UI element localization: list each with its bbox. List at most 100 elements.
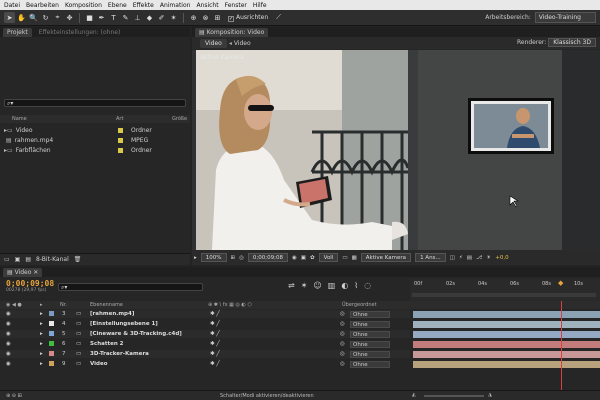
rectangle-tool-icon[interactable]: ■ <box>84 12 95 23</box>
parent-select[interactable]: Ohne <box>350 340 390 349</box>
label-color-swatch[interactable] <box>49 321 54 326</box>
column-number[interactable]: Nr. <box>60 301 67 309</box>
parent-select[interactable]: Ohne <box>350 360 390 369</box>
layer-name[interactable]: Video <box>90 360 108 368</box>
transparency-grid-icon[interactable]: ▦ <box>352 255 357 261</box>
label-color-swatch[interactable] <box>118 148 123 153</box>
parent-select[interactable]: Ohne <box>350 350 390 359</box>
view-layout-select[interactable]: 1 Ans... <box>415 253 446 262</box>
grid-icon[interactable]: ⊞ <box>231 255 236 261</box>
parent-pickwhip-icon[interactable]: ◎ <box>340 350 345 358</box>
pan-behind-tool-icon[interactable]: ✥ <box>64 12 75 23</box>
parent-select[interactable]: Ohne <box>350 330 390 339</box>
column-layer-name[interactable]: Ebenenname <box>90 301 123 309</box>
eraser-tool-icon[interactable]: ◆ <box>144 12 155 23</box>
layer-switches-icons[interactable]: ✱ ╱ <box>210 320 220 328</box>
layer-switches-icons[interactable]: ✱ ╱ <box>210 350 220 358</box>
align-checkbox[interactable]: ✓ Ausrichten <box>228 14 268 22</box>
label-color-swatch[interactable] <box>49 331 54 336</box>
table-row[interactable]: ◉ ▸ 4 ▭ [Einstellungsebene 1] ✱ ╱ ◎ Ohne <box>0 320 410 328</box>
parent-pickwhip-icon[interactable]: ◎ <box>340 330 345 338</box>
tab-composition[interactable]: ▤ Komposition: Video <box>195 27 269 37</box>
menu-item[interactable]: Bearbeiten <box>26 2 59 9</box>
table-row[interactable]: ◉ ▸ 7 ▭ 3D-Tracker-Kamera ✱ ╱ ◎ Ohne <box>0 350 410 358</box>
label-color-swatch[interactable] <box>49 341 54 346</box>
region-of-interest-icon[interactable]: ▭ <box>342 255 347 261</box>
selection-tool-icon[interactable]: ➤ <box>4 12 15 23</box>
composition-viewer[interactable]: Aktive Kamera <box>192 50 600 250</box>
switches-header-icons[interactable]: ⊕ ✱ \ fx ▦ ◎ ◐ ⬡ <box>208 301 252 309</box>
eye-icon[interactable]: ◉ <box>6 310 11 318</box>
layer-duration-bar[interactable] <box>413 320 600 328</box>
expand-arrow-icon[interactable]: ▸ <box>40 320 43 328</box>
parent-pickwhip-icon[interactable]: ◎ <box>340 340 345 348</box>
playhead-handle-icon[interactable]: ◆ <box>558 279 563 287</box>
expand-arrow-icon[interactable]: ▸ <box>40 340 43 348</box>
roto-brush-tool-icon[interactable]: ✐ <box>156 12 167 23</box>
timeline-timecode[interactable]: 0;00;09;08 <box>6 279 54 288</box>
layer-name[interactable]: [Einstellungsebene 1] <box>90 320 158 328</box>
column-parent[interactable]: Übergeordnet <box>342 301 377 309</box>
list-item[interactable]: ▤ rahmen.mp4 MPEG <box>0 135 190 145</box>
label-color-swatch[interactable] <box>49 351 54 356</box>
parent-select[interactable]: Ohne <box>350 310 390 319</box>
bit-depth-button[interactable]: 8-Bit-Kanal <box>36 256 69 263</box>
show-snapshot-icon[interactable]: ▣ <box>301 255 306 261</box>
interpret-footage-icon[interactable]: ▭ <box>4 256 10 263</box>
motion-blur-icon[interactable]: ◐ <box>341 281 348 290</box>
new-composition-icon[interactable]: ▤ <box>25 256 31 263</box>
camera-view-select[interactable]: Aktive Kamera <box>360 253 412 262</box>
layer-switches-icons[interactable]: ✱ ╱ <box>210 360 220 368</box>
composition-mini-flowchart-icon[interactable]: ⇌ <box>288 281 295 290</box>
menu-item[interactable]: Komposition <box>65 2 102 9</box>
draft-3d-icon[interactable]: ✶ <box>301 281 308 290</box>
expand-arrow-icon[interactable]: ▸ <box>40 330 43 338</box>
eye-icon[interactable]: ◉ <box>6 330 11 338</box>
new-folder-icon[interactable]: ▣ <box>15 256 21 263</box>
rotate-tool-icon[interactable]: ↻ <box>40 12 51 23</box>
parent-select[interactable]: Ohne <box>350 320 390 329</box>
list-item[interactable]: ▸▭ Video Ordner <box>0 125 190 135</box>
mask-visibility-icon[interactable]: ◎ <box>239 255 244 261</box>
expand-arrow-icon[interactable]: ▸ <box>40 350 43 358</box>
expand-arrow-icon[interactable]: ▸ <box>40 360 43 368</box>
column-size[interactable]: Größe <box>172 116 187 122</box>
channel-icon[interactable]: ✿ <box>310 255 315 261</box>
list-item[interactable]: ▸▭ Farbflächen Ordner <box>0 145 190 155</box>
toggle-pixel-aspect-icon[interactable]: ◫ <box>450 255 455 261</box>
clone-stamp-tool-icon[interactable]: ⊥ <box>132 12 143 23</box>
zoom-out-icon[interactable]: ◭ <box>412 392 416 398</box>
camera-tool-icon[interactable]: ⌖ <box>52 12 63 23</box>
table-row[interactable]: ◉ ▸ 5 ▭ [Cineware & 3D-Tracking.c4d] ✱ ╱ ◎ Ohne <box>0 330 410 338</box>
layer-switches-icons[interactable]: ✱ ╱ <box>210 340 220 348</box>
zoom-slider[interactable] <box>424 395 484 397</box>
timeline-search-input[interactable]: ⌕▾ <box>58 283 203 291</box>
parent-pickwhip-icon[interactable]: ◎ <box>340 360 345 368</box>
label-color-swatch[interactable] <box>118 128 123 133</box>
zoom-in-icon[interactable]: ◮ <box>488 392 492 398</box>
always-preview-icon[interactable]: ▸ <box>194 255 197 261</box>
time-ruler[interactable]: 00f 02s 04s 06s 08s 10s ◆ <box>410 279 600 301</box>
menu-item[interactable]: Hilfe <box>253 2 267 9</box>
layer-switches-icons[interactable]: ✱ ╱ <box>210 310 220 318</box>
timeline-icon[interactable]: ▤ <box>467 255 472 261</box>
label-color-swatch[interactable] <box>49 311 54 316</box>
menu-item[interactable]: Animation <box>160 2 191 9</box>
snap-icon[interactable]: ⟋ <box>273 12 284 23</box>
hand-tool-icon[interactable]: ✋ <box>16 12 27 23</box>
layer-duration-bar[interactable] <box>413 350 600 358</box>
layer-duration-bar[interactable] <box>413 330 600 338</box>
exposure-icon[interactable]: ☀ <box>486 255 491 261</box>
parent-pickwhip-icon[interactable]: ◎ <box>340 310 345 318</box>
table-row[interactable]: ◉ ▸ 3 ▭ [rahmen.mp4] ✱ ╱ ◎ Ohne <box>0 310 410 318</box>
magnification-select[interactable]: 100% <box>200 253 227 262</box>
layer-name[interactable]: Schatten 2 <box>90 340 124 348</box>
renderer-button[interactable]: Klassisch 3D <box>548 38 596 47</box>
av-features-icon[interactable]: ◉ ◀ ● <box>6 301 22 309</box>
column-type[interactable]: Art <box>116 116 123 122</box>
eye-icon[interactable]: ◉ <box>6 360 11 368</box>
comp-breadcrumb[interactable]: Video <box>234 40 251 47</box>
current-time-display[interactable]: 0;00;09;08 <box>247 253 288 262</box>
text-tool-icon[interactable]: T <box>108 12 119 23</box>
layer-name[interactable]: 3D-Tracker-Kamera <box>90 350 149 358</box>
